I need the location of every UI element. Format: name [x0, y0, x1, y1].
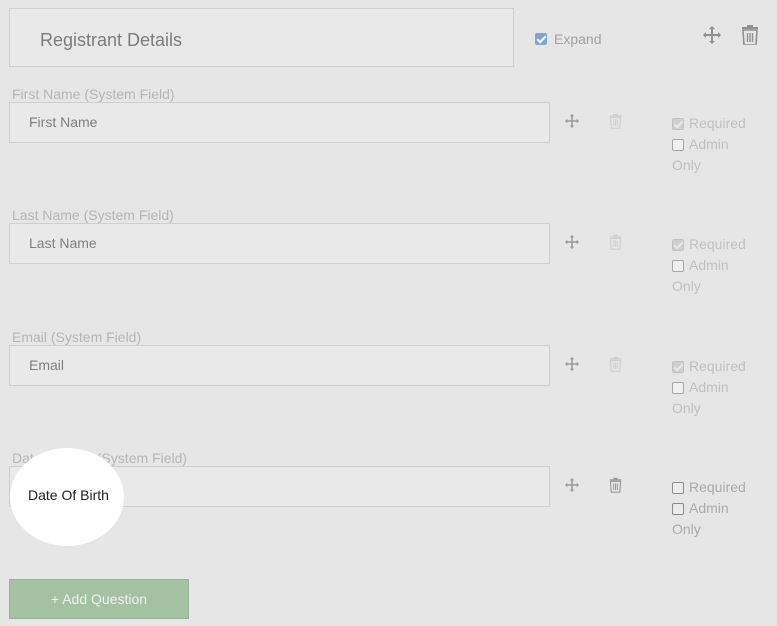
expand-checkbox[interactable] [535, 33, 547, 45]
admin-label: Admin [689, 257, 729, 273]
move-section-icon[interactable] [703, 26, 721, 49]
field-label: Last Name (System Field) [12, 207, 174, 223]
admin-label: Admin [689, 379, 729, 395]
field-row-first-name: First Name (System Field) First Name Req… [0, 86, 777, 206]
field-row-last-name: Last Name (System Field) Last Name Requi… [0, 207, 777, 327]
section-header: Registrant Details [9, 8, 514, 67]
trash-icon[interactable] [609, 477, 622, 498]
field-options: Required Admin Only [672, 113, 746, 176]
field-row-email: Email (System Field) Email Required Admi… [0, 329, 777, 449]
admin-label: Admin [689, 500, 729, 516]
required-checkbox [672, 238, 684, 251]
move-icon[interactable] [565, 478, 579, 497]
admin-only-checkbox [672, 259, 684, 272]
only-label: Only [672, 400, 701, 416]
field-label: Email (System Field) [12, 329, 142, 345]
move-icon[interactable] [565, 235, 579, 254]
only-label: Only [672, 157, 701, 173]
move-icon[interactable] [565, 357, 579, 376]
required-label: Required [689, 358, 746, 374]
last-name-input[interactable]: Last Name [9, 223, 550, 264]
required-checkbox [672, 117, 684, 130]
admin-only-checkbox [672, 381, 684, 394]
delete-section-icon[interactable] [741, 25, 759, 50]
admin-label: Admin [689, 136, 729, 152]
only-label: Only [672, 278, 701, 294]
required-checkbox[interactable] [672, 481, 684, 494]
field-options: Required Admin Only [672, 356, 746, 419]
email-input[interactable]: Email [9, 345, 550, 386]
section-title: Registrant Details [40, 30, 183, 50]
trash-icon [609, 113, 622, 134]
trash-icon [609, 234, 622, 255]
add-question-button[interactable]: + Add Question [9, 579, 189, 619]
admin-only-checkbox[interactable] [672, 502, 684, 515]
admin-only-checkbox [672, 138, 684, 151]
field-options: Required Admin Only [672, 477, 746, 540]
trash-icon [609, 356, 622, 377]
first-name-input[interactable]: First Name [9, 102, 550, 143]
date-of-birth-value[interactable]: Date Of Birth [28, 487, 109, 503]
required-checkbox [672, 360, 684, 373]
required-label: Required [689, 236, 746, 252]
required-label: Required [689, 115, 746, 131]
expand-label: Expand [554, 31, 602, 47]
field-label: First Name (System Field) [12, 86, 175, 102]
move-icon[interactable] [565, 114, 579, 133]
expand-toggle[interactable]: Expand [535, 31, 601, 47]
required-label: Required [689, 479, 746, 495]
only-label: Only [672, 521, 701, 537]
field-options: Required Admin Only [672, 234, 746, 297]
